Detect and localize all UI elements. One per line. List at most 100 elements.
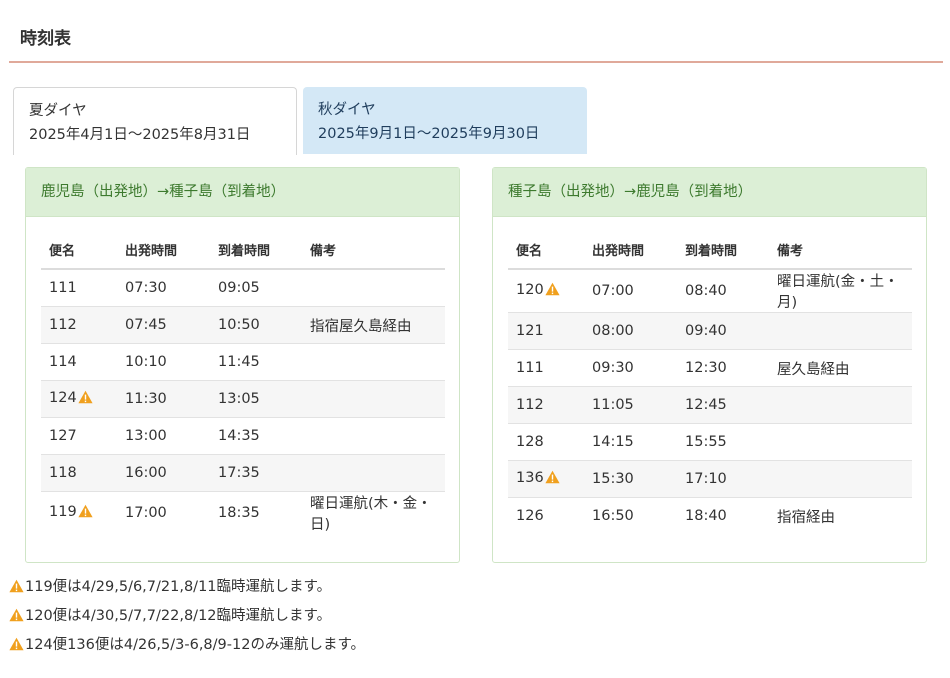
remarks: 指宿経由	[769, 497, 912, 534]
flight-number-cell: 114	[41, 343, 117, 381]
arrival-time: 12:45	[677, 386, 769, 424]
flight-number-cell: 124	[41, 380, 117, 418]
warning-icon	[78, 504, 93, 522]
flight-number-cell: 121	[508, 312, 584, 350]
warning-icon	[9, 607, 24, 629]
table-row: 112 11:05 12:45	[508, 386, 912, 424]
remarks	[302, 417, 445, 455]
tab-summer-name: 夏ダイヤ	[29, 103, 87, 119]
column-header-remarks: 備考	[302, 230, 445, 270]
remarks: 曜日運航(木・金・日)	[302, 491, 445, 534]
table-header-row: 便名 出発時間 到着時間 備考	[41, 230, 445, 270]
arrival-time: 15:55	[677, 423, 769, 461]
arrival-time: 11:45	[210, 343, 302, 381]
title-divider	[9, 61, 943, 63]
column-header-remarks: 備考	[769, 230, 912, 270]
route-heading: 種子島（出発地）→鹿児島（到着地）	[493, 168, 926, 217]
page-title: 時刻表	[20, 29, 71, 49]
flight-number-cell: 127	[41, 417, 117, 455]
note-item: 119便は4/29,5/6,7/21,8/11臨時運航します。	[9, 576, 365, 605]
table-row: 120 07:00 08:40 曜日運航(金・土・月)	[508, 269, 912, 313]
flight-number-cell: 111	[508, 349, 584, 387]
table-row: 121 08:00 09:40	[508, 312, 912, 350]
table-row: 136 15:30 17:10	[508, 460, 912, 498]
flight-number: 118	[49, 465, 77, 481]
warning-icon	[545, 470, 560, 488]
column-header-flight: 便名	[41, 230, 117, 270]
column-header-arrival: 到着時間	[210, 230, 302, 270]
table-header-row: 便名 出発時間 到着時間 備考	[508, 230, 912, 270]
flight-number: 127	[49, 428, 77, 444]
arrival-time: 17:35	[210, 454, 302, 492]
departure-time: 07:00	[592, 283, 634, 299]
note-text: 120便は4/30,5/7,7/22,8/12臨時運航します。	[25, 608, 332, 624]
remarks	[769, 386, 912, 424]
warning-icon	[9, 636, 24, 658]
tab-summer-schedule[interactable]: 夏ダイヤ 2025年4月1日〜2025年8月31日	[13, 87, 297, 155]
warning-icon	[78, 390, 93, 408]
note-text: 124便136便は4/26,5/3-6,8/9-12のみ運航します。	[25, 637, 365, 653]
tab-autumn-range: 2025年9月1日〜2025年9月30日	[318, 126, 540, 142]
timetable: 便名 出発時間 到着時間 備考 120 07:00 08:40 曜日運航(金・土・月)…	[508, 230, 912, 534]
table-row: 118 16:00 17:35	[41, 454, 445, 492]
arrival-time: 14:35	[210, 417, 302, 455]
arrival-time: 08:40	[685, 283, 727, 299]
departure-time: 17:00	[117, 491, 210, 534]
route-panel-tanegashima-to-kagoshima: 種子島（出発地）→鹿児島（到着地） 便名 出発時間 到着時間 備考 120 07:…	[492, 167, 927, 563]
remarks: 屋久島経由	[769, 349, 912, 387]
departure-time: 11:05	[584, 386, 677, 424]
remarks: 曜日運航(金・土・月)	[777, 274, 899, 311]
table-row: 124 11:30 13:05	[41, 380, 445, 418]
warning-icon	[9, 578, 24, 600]
route-heading: 鹿児島（出発地）→種子島（到着地）	[26, 168, 459, 217]
arrival-time: 17:10	[677, 460, 769, 498]
departure-time: 07:45	[117, 306, 210, 344]
arrival-time: 13:05	[210, 380, 302, 418]
table-row: 111 09:30 12:30 屋久島経由	[508, 349, 912, 387]
departure-time: 15:30	[584, 460, 677, 498]
arrival-time: 09:40	[677, 312, 769, 350]
tab-summer-range: 2025年4月1日〜2025年8月31日	[29, 127, 251, 143]
flight-number: 111	[49, 280, 77, 296]
note-item: 124便136便は4/26,5/3-6,8/9-12のみ運航します。	[9, 634, 365, 663]
flight-number-cell: 112	[508, 386, 584, 424]
departure-time: 16:00	[117, 454, 210, 492]
flight-number-cell: 112	[41, 306, 117, 344]
flight-number: 114	[49, 354, 77, 370]
remarks	[769, 460, 912, 498]
remarks	[302, 454, 445, 492]
table-row: 111 07:30 09:05	[41, 269, 445, 307]
flight-number-cell: 126	[508, 497, 584, 534]
departure-time: 11:30	[117, 380, 210, 418]
flight-number-cell: 120	[508, 269, 584, 313]
table-row: 127 13:00 14:35	[41, 417, 445, 455]
route-panel-kagoshima-to-tanegashima: 鹿児島（出発地）→種子島（到着地） 便名 出発時間 到着時間 備考 111 07:…	[25, 167, 460, 563]
departure-time: 16:50	[584, 497, 677, 534]
flight-number-cell: 128	[508, 423, 584, 461]
column-header-departure: 出発時間	[584, 230, 677, 270]
column-header-departure: 出発時間	[117, 230, 210, 270]
table-row: 126 16:50 18:40 指宿経由	[508, 497, 912, 534]
arrival-time: 12:30	[677, 349, 769, 387]
column-header-arrival: 到着時間	[677, 230, 769, 270]
remarks	[302, 343, 445, 381]
arrival-time: 10:50	[210, 306, 302, 344]
departure-time: 13:00	[117, 417, 210, 455]
flight-number: 121	[516, 323, 544, 339]
arrival-time: 18:35	[210, 491, 302, 534]
flight-number: 111	[516, 360, 544, 376]
note-text: 119便は4/29,5/6,7/21,8/11臨時運航します。	[25, 579, 332, 595]
notes-list: 119便は4/29,5/6,7/21,8/11臨時運航します。 120便は4/3…	[9, 576, 365, 663]
departure-time: 14:15	[584, 423, 677, 461]
timetable: 便名 出発時間 到着時間 備考 111 07:30 09:05 112 07:45 10:…	[41, 230, 445, 534]
table-row: 112 07:45 10:50 指宿屋久島経由	[41, 306, 445, 344]
departure-time: 07:30	[125, 280, 167, 296]
flight-number: 124	[49, 390, 77, 406]
departure-time: 08:00	[584, 312, 677, 350]
flight-number-cell: 136	[508, 460, 584, 498]
tab-autumn-schedule[interactable]: 秋ダイヤ 2025年9月1日〜2025年9月30日	[303, 87, 587, 154]
tab-autumn-name: 秋ダイヤ	[318, 102, 376, 118]
flight-number: 119	[49, 504, 77, 520]
table-row: 128 14:15 15:55	[508, 423, 912, 461]
warning-icon	[545, 282, 560, 300]
